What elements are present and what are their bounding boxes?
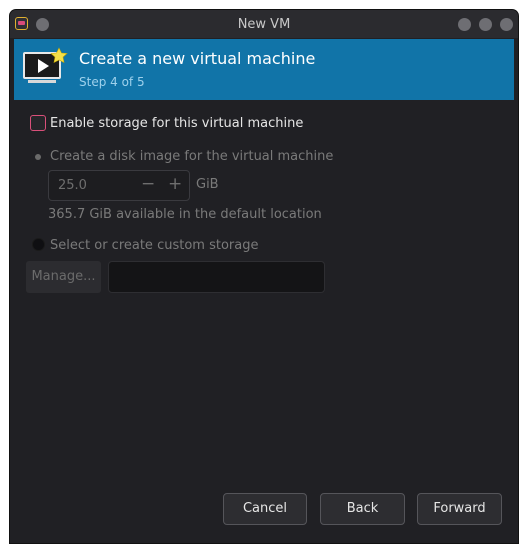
enable-storage-checkbox[interactable] xyxy=(30,115,46,131)
available-space-text: 365.7 GiB available in the default locat… xyxy=(48,207,322,222)
manage-button[interactable]: Manage... xyxy=(26,261,101,293)
disk-image-label[interactable]: Create a disk image for the virtual mach… xyxy=(50,149,333,164)
minimize-icon[interactable] xyxy=(458,18,471,31)
disk-image-radio[interactable] xyxy=(35,154,41,160)
decrease-icon[interactable]: − xyxy=(141,174,155,194)
wizard-title: Create a new virtual machine xyxy=(79,49,316,68)
custom-storage-radio[interactable] xyxy=(32,238,45,251)
maximize-icon[interactable] xyxy=(479,18,492,31)
forward-button[interactable]: Forward xyxy=(417,493,502,525)
enable-storage-label[interactable]: Enable storage for this virtual machine xyxy=(50,116,303,131)
back-button[interactable]: Back xyxy=(320,493,405,525)
disk-size-unit: GiB xyxy=(196,177,219,192)
close-icon[interactable] xyxy=(500,18,513,31)
new-vm-window: New VM Create a new virtual machine Step… xyxy=(10,10,518,543)
increase-icon[interactable]: + xyxy=(168,174,182,194)
disk-size-spinbox[interactable]: 25.0 − + xyxy=(48,170,190,201)
cancel-button[interactable]: Cancel xyxy=(223,493,307,525)
wizard-step: Step 4 of 5 xyxy=(79,75,145,89)
window-title: New VM xyxy=(237,17,291,32)
titlebar: New VM xyxy=(10,10,518,38)
virtual-machine-icon xyxy=(23,47,68,83)
custom-storage-label[interactable]: Select or create custom storage xyxy=(50,238,258,253)
disk-size-value[interactable]: 25.0 xyxy=(58,178,87,193)
wizard-header: Create a new virtual machine Step 4 of 5 xyxy=(14,39,514,100)
custom-storage-path-field[interactable] xyxy=(108,261,325,293)
